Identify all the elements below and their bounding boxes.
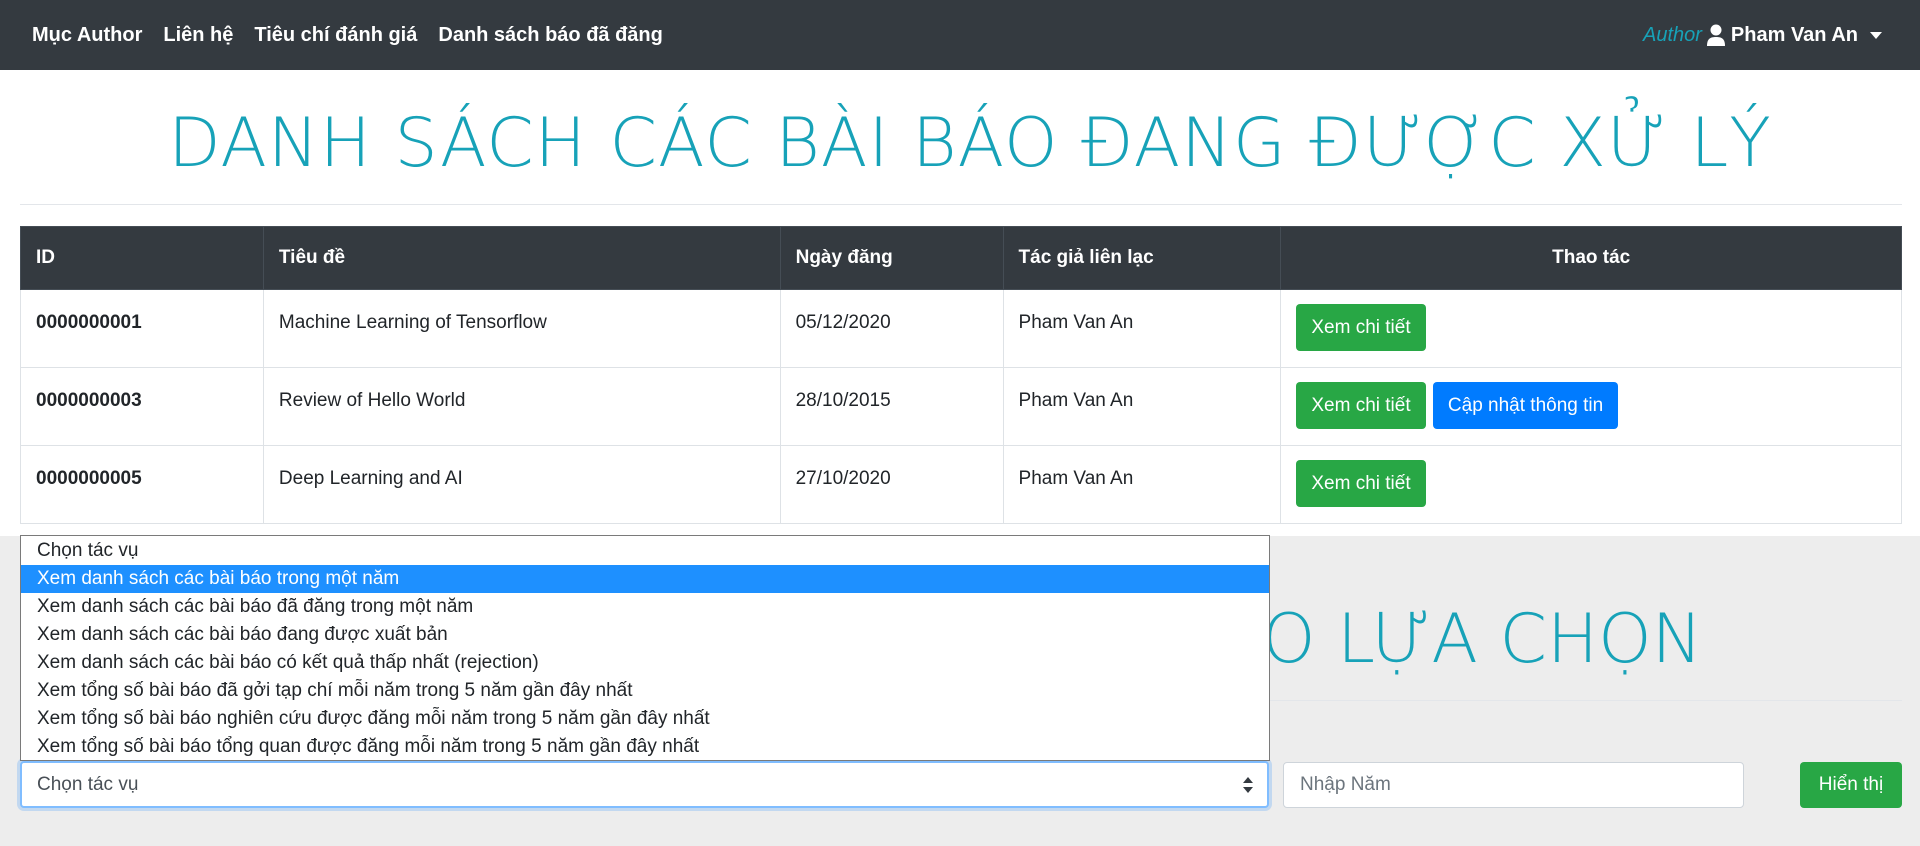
dropdown-option[interactable]: Xem danh sách các bài báo đã đăng trong … (21, 593, 1269, 621)
update-info-button[interactable]: Cập nhật thông tin (1432, 382, 1619, 429)
cell-author: Pham Van An (1002, 367, 1282, 446)
dropdown-option[interactable]: Xem danh sách các bài báo có kết quả thấ… (21, 649, 1269, 677)
dropdown-option[interactable]: Chọn tác vụ (21, 537, 1269, 565)
select-arrows-icon (1243, 777, 1253, 793)
cell-id: 0000000005 (20, 445, 264, 524)
title-divider (20, 204, 1902, 205)
dropdown-option-highlighted[interactable]: Xem danh sách các bài báo trong một năm (21, 565, 1269, 593)
column-header-title: Tiêu đề (262, 226, 781, 290)
cell-actions: Xem chi tiết Cập nhật thông tin (1280, 367, 1902, 446)
show-button[interactable]: Hiển thị (1800, 762, 1902, 808)
task-select[interactable]: Chọn tác vụ (20, 761, 1269, 808)
cell-date: 05/12/2020 (779, 289, 1004, 368)
cell-date: 27/10/2020 (779, 445, 1004, 524)
nav-links: Mục Author Liên hệ Tiêu chí đánh giá Dan… (32, 24, 684, 47)
cell-title: Deep Learning and AI (262, 445, 781, 524)
nav-link-published-list[interactable]: Danh sách báo đã đăng (438, 24, 662, 47)
chevron-down-icon (1870, 31, 1882, 39)
cell-author: Pham Van An (1002, 445, 1282, 524)
user-icon (1706, 24, 1725, 46)
view-detail-button[interactable]: Xem chi tiết (1296, 304, 1426, 351)
cell-title: Review of Hello World (262, 367, 781, 446)
cell-actions: Xem chi tiết (1280, 445, 1902, 524)
view-detail-button[interactable]: Xem chi tiết (1296, 460, 1426, 507)
table-row: 0000000003 Review of Hello World 28/10/2… (20, 367, 1902, 446)
column-header-id: ID (20, 226, 264, 290)
nav-link-contact[interactable]: Liên hệ (163, 24, 233, 47)
user-menu-toggle[interactable]: Author Pham Van An (1643, 24, 1882, 47)
role-label: Author (1642, 23, 1702, 46)
column-header-actions: Thao tác (1280, 226, 1902, 290)
nav-link-criteria[interactable]: Tiêu chí đánh giá (254, 24, 417, 47)
task-dropdown-list: Chọn tác vụ Xem danh sách các bài báo tr… (20, 535, 1270, 761)
dropdown-option[interactable]: Xem tổng số bài báo đã gởi tạp chí mỗi n… (21, 677, 1269, 705)
cell-id: 0000000003 (20, 367, 264, 446)
cell-date: 28/10/2015 (779, 367, 1004, 446)
cell-id: 0000000001 (20, 289, 264, 368)
cell-actions: Xem chi tiết (1280, 289, 1902, 368)
column-header-date: Ngày đăng (779, 226, 1004, 290)
column-header-contact-author: Tác giả liên lạc (1002, 226, 1282, 290)
table-row: 0000000005 Deep Learning and AI 27/10/20… (20, 445, 1902, 524)
user-name: Pham Van An (1730, 23, 1858, 46)
section-title: O LỰA CHỌN (1262, 600, 1703, 679)
table-header-row: ID Tiêu đề Ngày đăng Tác giả liên lạc Th… (20, 226, 1902, 290)
task-select-value: Chọn tác vụ (37, 774, 139, 795)
dropdown-option[interactable]: Xem danh sách các bài báo đang được xuất… (21, 621, 1269, 649)
table-row: 0000000001 Machine Learning of Tensorflo… (20, 289, 1902, 368)
nav-link-author-home[interactable]: Mục Author (32, 24, 142, 47)
top-navbar: Mục Author Liên hệ Tiêu chí đánh giá Dan… (0, 0, 1920, 70)
dropdown-option[interactable]: Xem tổng số bài báo nghiên cứu được đăng… (21, 705, 1269, 733)
page-title: DANH SÁCH CÁC BÀI BÁO ĐANG ĐƯỢC XỬ LÝ (168, 104, 1772, 183)
papers-table: ID Tiêu đề Ngày đăng Tác giả liên lạc Th… (20, 226, 1902, 524)
cell-author: Pham Van An (1002, 289, 1282, 368)
cell-title: Machine Learning of Tensorflow (262, 289, 781, 368)
view-detail-button[interactable]: Xem chi tiết (1296, 382, 1426, 429)
dropdown-option[interactable]: Xem tổng số bài báo tổng quan được đăng … (21, 733, 1269, 761)
year-input[interactable]: Nhập Năm (1283, 762, 1744, 808)
